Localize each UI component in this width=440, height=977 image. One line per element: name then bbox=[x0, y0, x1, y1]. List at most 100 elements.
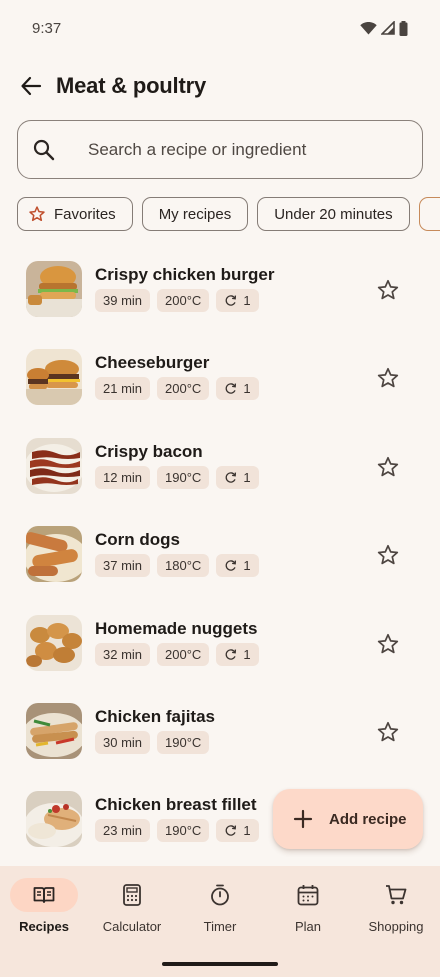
calendar-icon bbox=[297, 885, 319, 906]
recipe-tags: 30 min 190°C bbox=[95, 730, 210, 754]
time-tag: 37 min bbox=[95, 554, 151, 578]
recipe-thumbnail bbox=[26, 437, 82, 494]
home-indicator bbox=[162, 962, 278, 966]
signal-icon bbox=[381, 21, 395, 35]
recipe-thumbnail bbox=[26, 349, 82, 406]
recipe-thumbnail bbox=[26, 261, 82, 317]
chip-label: Under 20 minutes bbox=[274, 205, 393, 223]
search-field[interactable]: Search a recipe or ingredient bbox=[17, 120, 423, 179]
nav-label: Timer bbox=[203, 919, 237, 934]
nav-item-recipes[interactable]: Recipes bbox=[0, 866, 88, 946]
filter-chips: Favorites My recipes Under 20 minutes bbox=[17, 197, 440, 231]
time-tag: 12 min bbox=[95, 465, 151, 489]
favorite-button[interactable] bbox=[372, 628, 404, 660]
chip-label: Favorites bbox=[54, 205, 116, 223]
time-tag: 23 min bbox=[95, 819, 151, 843]
favorite-button[interactable] bbox=[372, 362, 404, 394]
star-outline-icon bbox=[377, 456, 399, 477]
recipe-name: Chicken breast fillet bbox=[95, 795, 257, 815]
recipe-tags: 39 min 200°C 1 bbox=[95, 289, 259, 312]
recipe-row-corn-dogs[interactable]: Corn dogs 37 min 180°C 1 bbox=[0, 511, 440, 599]
recipe-row-crispy-bacon[interactable]: Crispy bacon 12 min 190°C 1 bbox=[0, 423, 440, 511]
nav-active-indicator bbox=[10, 878, 78, 912]
repeat-icon bbox=[224, 471, 237, 484]
favorite-button[interactable] bbox=[372, 451, 404, 483]
nav-label: Calculator bbox=[102, 919, 162, 934]
rounds-tag: 1 bbox=[216, 554, 259, 578]
plus-icon bbox=[292, 808, 314, 830]
star-outline-icon bbox=[377, 368, 399, 388]
recipe-name: Homemade nuggets bbox=[95, 618, 258, 638]
nav-item-timer[interactable]: Timer bbox=[176, 866, 264, 946]
favorite-button[interactable] bbox=[372, 274, 404, 306]
nav-item-plan[interactable]: Plan bbox=[264, 866, 352, 946]
battery-icon bbox=[399, 20, 408, 36]
time-tag: 21 min bbox=[95, 377, 151, 401]
search-icon bbox=[32, 138, 56, 162]
rounds-tag: 1 bbox=[216, 377, 259, 401]
recipe-tags: 12 min 190°C 1 bbox=[95, 465, 259, 489]
chip-favorites[interactable]: Favorites bbox=[17, 197, 133, 231]
temperature-tag: 200°C bbox=[157, 377, 210, 401]
repeat-icon bbox=[224, 648, 237, 661]
temperature-tag: 190°C bbox=[157, 465, 210, 489]
recipe-tags: 21 min 200°C 1 bbox=[95, 377, 259, 401]
temperature-tag: 200°C bbox=[157, 289, 210, 312]
temperature-tag: 200°C bbox=[157, 642, 210, 666]
rounds-value: 1 bbox=[243, 558, 251, 574]
nav-label: Recipes bbox=[19, 919, 69, 934]
add-recipe-button[interactable]: Add recipe bbox=[273, 789, 423, 849]
rounds-value: 1 bbox=[243, 646, 251, 662]
status-time: 9:37 bbox=[32, 19, 62, 37]
star-outline-icon bbox=[28, 205, 46, 223]
repeat-icon bbox=[224, 559, 237, 572]
rounds-tag: 1 bbox=[216, 819, 259, 843]
favorite-button[interactable] bbox=[372, 539, 404, 571]
temperature-tag: 190°C bbox=[157, 819, 210, 843]
repeat-icon bbox=[224, 824, 237, 837]
recipe-thumbnail bbox=[26, 526, 82, 583]
back-button[interactable] bbox=[7, 62, 55, 110]
repeat-icon bbox=[224, 294, 237, 307]
rounds-value: 1 bbox=[243, 823, 251, 839]
time-tag: 32 min bbox=[95, 642, 151, 666]
cart-icon bbox=[386, 885, 407, 905]
recipe-thumbnail bbox=[26, 791, 82, 848]
star-outline-icon bbox=[377, 633, 399, 653]
recipe-name: Corn dogs bbox=[95, 530, 180, 550]
chip-my-recipes[interactable]: My recipes bbox=[141, 197, 249, 231]
nav-item-shopping[interactable]: Shopping bbox=[352, 866, 440, 946]
recipe-tags: 23 min 190°C 1 bbox=[95, 819, 259, 843]
star-outline-icon bbox=[377, 721, 399, 742]
bottom-navigation: Recipes Calculator Timer Plan Shopping bbox=[0, 866, 440, 977]
book-icon bbox=[33, 887, 55, 903]
status-bar: 9:37 bbox=[0, 0, 440, 56]
recipe-tags: 37 min 180°C 1 bbox=[95, 554, 259, 578]
recipe-name: Crispy bacon bbox=[95, 441, 203, 461]
time-tag: 30 min bbox=[95, 730, 151, 754]
time-tag: 39 min bbox=[95, 289, 151, 312]
rounds-value: 1 bbox=[243, 381, 251, 397]
rounds-tag: 1 bbox=[216, 642, 259, 666]
search-input[interactable]: Search a recipe or ingredient bbox=[88, 140, 306, 160]
recipe-name: Cheeseburger bbox=[95, 353, 210, 373]
recipe-row-chicken-fajitas[interactable]: Chicken fajitas 30 min 190°C bbox=[0, 688, 440, 776]
favorite-button[interactable] bbox=[372, 716, 404, 748]
recipe-row-crispy-chicken-burger[interactable]: Crispy chicken burger 39 min 200°C 1 bbox=[0, 246, 440, 334]
recipe-row-cheeseburger[interactable]: Cheeseburger 21 min 200°C 1 bbox=[0, 334, 440, 422]
chip-more[interactable] bbox=[418, 197, 440, 231]
recipe-row-homemade-nuggets[interactable]: Homemade nuggets 32 min 200°C 1 bbox=[0, 600, 440, 688]
nav-item-calculator[interactable]: Calculator bbox=[88, 866, 176, 946]
chip-under-20-minutes[interactable]: Under 20 minutes bbox=[257, 197, 410, 231]
temperature-tag: 190°C bbox=[157, 730, 210, 754]
rounds-value: 1 bbox=[243, 293, 251, 308]
timer-icon bbox=[211, 884, 229, 906]
rounds-tag: 1 bbox=[216, 465, 259, 489]
recipe-name: Crispy chicken burger bbox=[95, 265, 275, 284]
rounds-tag: 1 bbox=[216, 289, 259, 312]
star-outline-icon bbox=[377, 545, 399, 565]
nav-label: Plan bbox=[294, 919, 322, 934]
chip-label: My recipes bbox=[158, 205, 232, 223]
recipe-list: Crispy chicken burger 39 min 200°C 1 Che… bbox=[0, 246, 440, 865]
temperature-tag: 180°C bbox=[157, 554, 210, 578]
